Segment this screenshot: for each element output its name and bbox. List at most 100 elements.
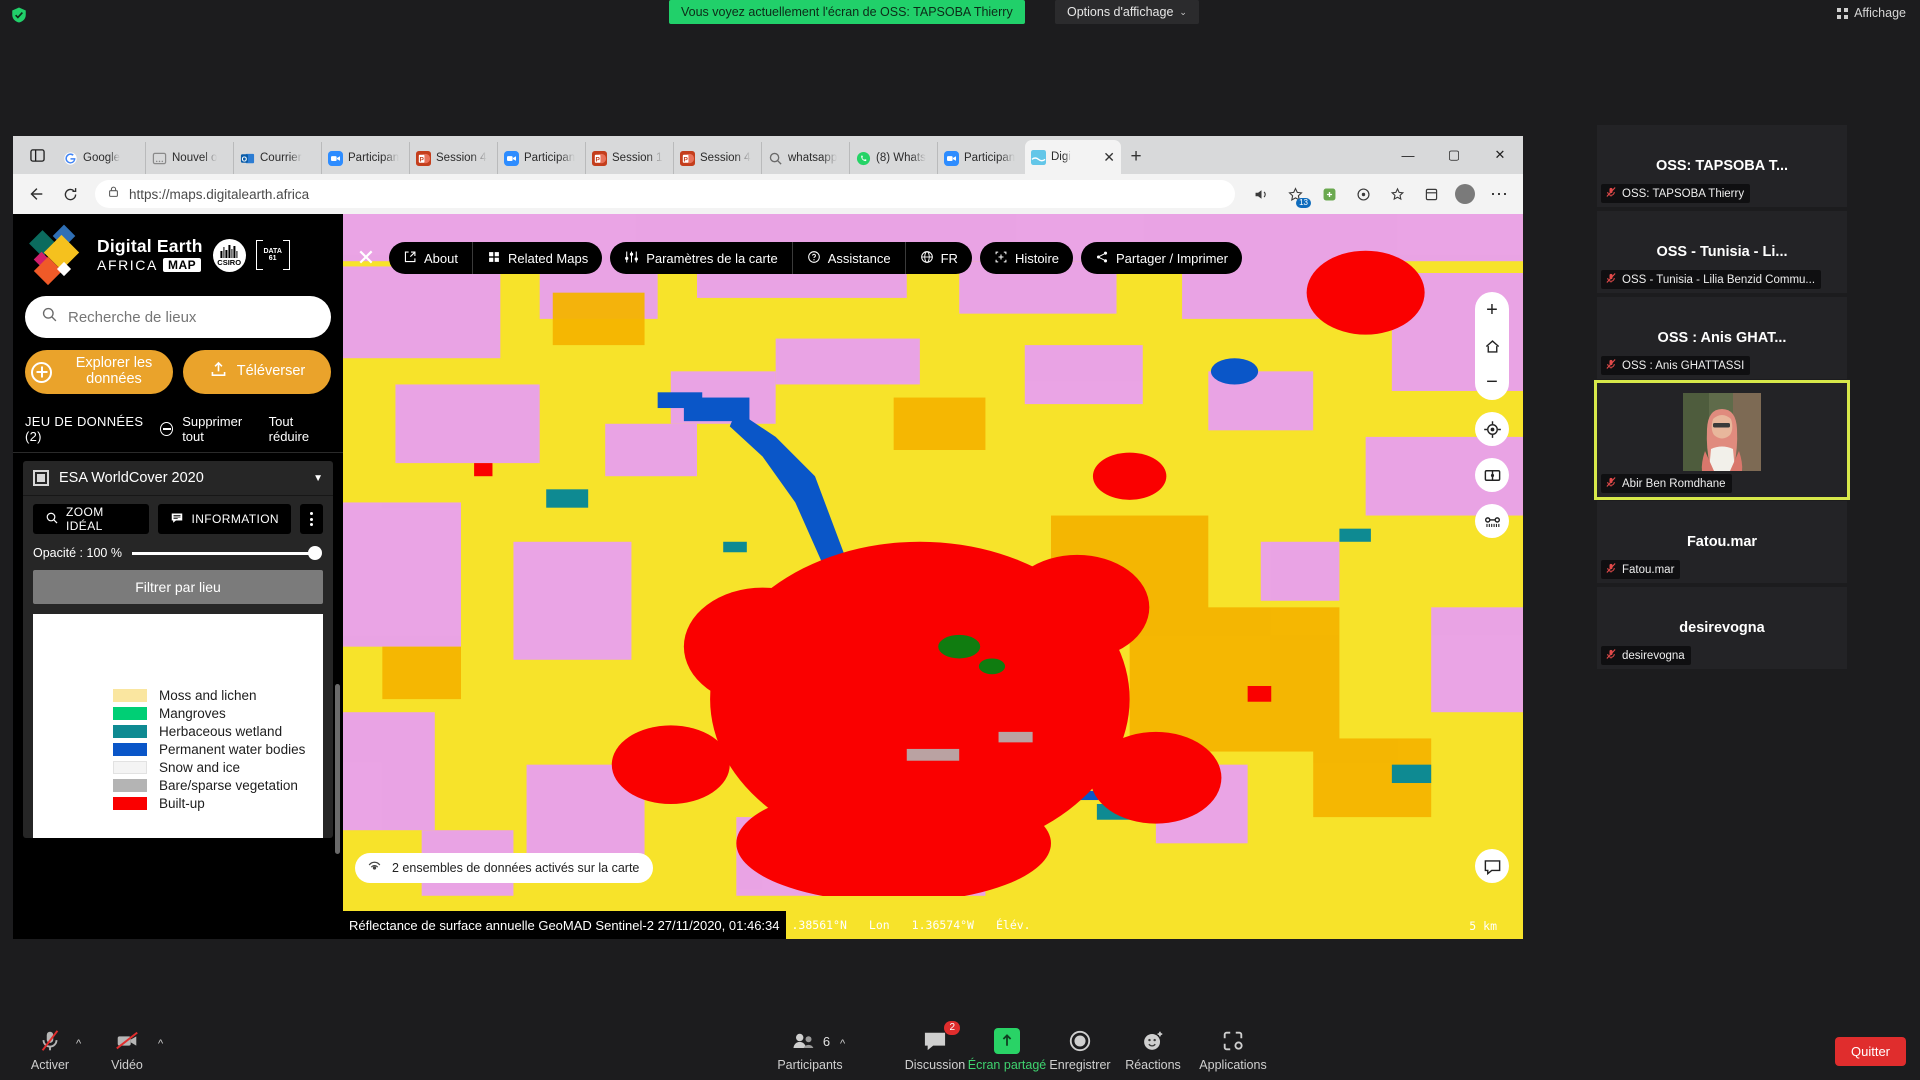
browser-tab[interactable]: Participan — [321, 142, 409, 174]
participants-options-chevron-icon[interactable]: ^ — [840, 1038, 845, 1050]
opacity-label: Opacité : 100 % — [33, 546, 122, 560]
opacity-slider[interactable] — [131, 546, 322, 560]
tab-label: Session 1 — [612, 152, 663, 164]
mic-muted-icon — [1605, 186, 1617, 201]
apps-icon — [1188, 1026, 1278, 1056]
close-window-button[interactable]: ✕ — [1477, 136, 1523, 174]
zoom-in-button[interactable]: + — [1475, 292, 1509, 328]
search-placeholder: Recherche de lieux — [68, 308, 197, 326]
home-icon[interactable] — [1475, 328, 1509, 364]
sidebar-scrollbar[interactable] — [335, 684, 340, 854]
lock-icon — [107, 185, 120, 203]
map-toolbar-item-label: Histoire — [1014, 250, 1060, 266]
zoom-out-button[interactable]: − — [1475, 364, 1509, 400]
remove-all-label[interactable]: Supprimer tout — [182, 414, 259, 444]
info-bubble-icon — [170, 511, 184, 528]
participant-tile[interactable]: Fatou.mar Fatou.mar — [1597, 501, 1847, 583]
participant-name-badge: desirevogna — [1601, 646, 1691, 665]
map-toolbar-item-fr[interactable]: FR — [904, 242, 972, 274]
status-layer-title: Réflectance de surface annuelle GeoMAD S… — [343, 911, 786, 939]
map-toolbar-item-related-maps[interactable]: Related Maps — [471, 242, 602, 274]
apps-button[interactable]: Applications — [1188, 1026, 1278, 1072]
chevron-down-icon: ⌄ — [1179, 7, 1187, 17]
browser-tab[interactable]: Nouvel o — [145, 142, 233, 174]
new-tab-button[interactable]: + — [1121, 140, 1151, 174]
browser-tab[interactable]: whatsapp — [761, 142, 849, 174]
tab-overview-button[interactable] — [17, 136, 57, 174]
dea-brand: Digital Earth AFRICA MAP CSIRO DATA 61 — [13, 214, 343, 290]
browser-tab[interactable]: P Session 4 — [673, 142, 761, 174]
back-button[interactable] — [21, 179, 51, 209]
legend-swatch — [113, 724, 147, 738]
digital-earth-africa-app: Digital Earth AFRICA MAP CSIRO DATA 61 R… — [13, 214, 1523, 939]
remove-all-icon[interactable] — [160, 422, 174, 436]
map-canvas[interactable]: ✕ About Related Maps Paramètres de la car… — [343, 214, 1523, 939]
display-options-button[interactable]: Options d'affichage ⌄ — [1055, 0, 1199, 24]
dataset-information-button[interactable]: INFORMATION — [158, 504, 291, 534]
feedback-icon[interactable] — [1475, 849, 1509, 883]
dataset-more-options-button[interactable] — [300, 504, 323, 534]
participant-tile-active[interactable]: Abir Ben Romdhane — [1594, 380, 1850, 500]
address-bar[interactable]: https://maps.digitalearth.africa — [95, 180, 1235, 208]
map-toolbar-item-histoire[interactable]: Histoire — [980, 242, 1073, 274]
participant-tile[interactable]: OSS : Anis GHAT... OSS : Anis GHATTASSI — [1597, 297, 1847, 379]
zoom-to-extent-button[interactable]: ZOOM IDÉAL — [33, 504, 150, 534]
mic-muted-icon — [1605, 358, 1617, 373]
browser-tab-active[interactable]: Digi ✕ — [1025, 140, 1121, 174]
data61-logo: DATA 61 — [255, 237, 290, 273]
browser-tab[interactable]: O Courrier — [233, 142, 321, 174]
explore-data-button[interactable]: Explorer les données — [25, 350, 173, 394]
svg-text:P: P — [683, 156, 688, 163]
landcover-raster — [343, 214, 1523, 896]
chevron-down-icon[interactable]: ▼ — [313, 473, 323, 484]
minimize-button[interactable]: — — [1385, 136, 1431, 174]
dataset-card-header[interactable]: ESA WorldCover 2020 ▼ — [23, 461, 333, 496]
extensions-icon[interactable] — [1313, 179, 1345, 209]
favorites-icon[interactable] — [1381, 179, 1413, 209]
collections-icon[interactable] — [1415, 179, 1447, 209]
browser-tab[interactable]: Participan — [937, 142, 1025, 174]
filter-by-location-button[interactable]: Filtrer par lieu — [33, 570, 323, 604]
upload-button[interactable]: Téléverser — [183, 350, 331, 394]
video-options-chevron-icon[interactable]: ^ — [158, 1038, 163, 1050]
browser-tab[interactable]: (8) Whats — [849, 142, 937, 174]
browser-tab[interactable]: Google — [57, 142, 145, 174]
map-toolbar-item-partager-imprimer[interactable]: Partager / Imprimer — [1081, 242, 1242, 274]
map-toolbar-item-assistance[interactable]: Assistance — [791, 242, 905, 274]
audio-options-chevron-icon[interactable]: ^ — [76, 1038, 81, 1050]
participant-tile[interactable]: desirevogna desirevogna — [1597, 587, 1847, 669]
read-aloud-icon[interactable] — [1245, 179, 1277, 209]
browser-tab[interactable]: P Session 4 — [409, 142, 497, 174]
more-menu-button[interactable]: ⋯ — [1483, 179, 1515, 209]
maximize-button[interactable]: ▢ — [1431, 136, 1477, 174]
browser-tab[interactable]: P Session 1 — [585, 142, 673, 174]
close-panel-button[interactable]: ✕ — [351, 245, 381, 271]
map-toolbar-item-about[interactable]: About — [389, 242, 472, 274]
measure-icon[interactable] — [1475, 504, 1509, 538]
opacity-slider-knob[interactable] — [308, 546, 322, 560]
dataset-visibility-checkbox[interactable] — [33, 470, 49, 486]
leave-meeting-button[interactable]: Quitter — [1834, 1037, 1906, 1066]
participant-tile[interactable]: OSS - Tunisia - Li... OSS - Tunisia - Lil… — [1597, 211, 1847, 293]
participant-tile[interactable]: OSS: TAPSOBA T... OSS: TAPSOBA Thierry — [1597, 125, 1847, 207]
tab-favicon-icon: P — [592, 150, 607, 166]
split-screen-icon[interactable] — [1475, 458, 1509, 492]
favorite-icon[interactable]: 13 — [1279, 179, 1311, 209]
map-toolbar-item-param-tres-de-la-carte[interactable]: Paramètres de la carte — [610, 242, 792, 274]
map-toolbar-item-label: About — [424, 250, 458, 266]
dea-logo-icon — [25, 224, 87, 286]
close-tab-button[interactable]: ✕ — [1103, 149, 1115, 166]
elevation-label: Élév. — [995, 918, 1031, 932]
profile-icon[interactable] — [1449, 179, 1481, 209]
browser-tab[interactable]: Participan — [497, 142, 585, 174]
collapse-all-button[interactable]: Tout réduire — [269, 414, 331, 444]
reload-button[interactable] — [55, 179, 85, 209]
active-datasets-toast[interactable]: 2 ensembles de données activés sur la ca… — [355, 853, 654, 883]
location-search-field[interactable]: Recherche de lieux — [25, 296, 331, 338]
tab-favicon-icon — [856, 151, 871, 166]
participant-photo — [1683, 393, 1761, 471]
locate-icon[interactable] — [1475, 412, 1509, 446]
browser-essentials-icon[interactable] — [1347, 179, 1379, 209]
reactions-button[interactable]: Réactions — [1108, 1026, 1198, 1072]
view-layout-button[interactable]: Affichage — [1837, 6, 1906, 20]
